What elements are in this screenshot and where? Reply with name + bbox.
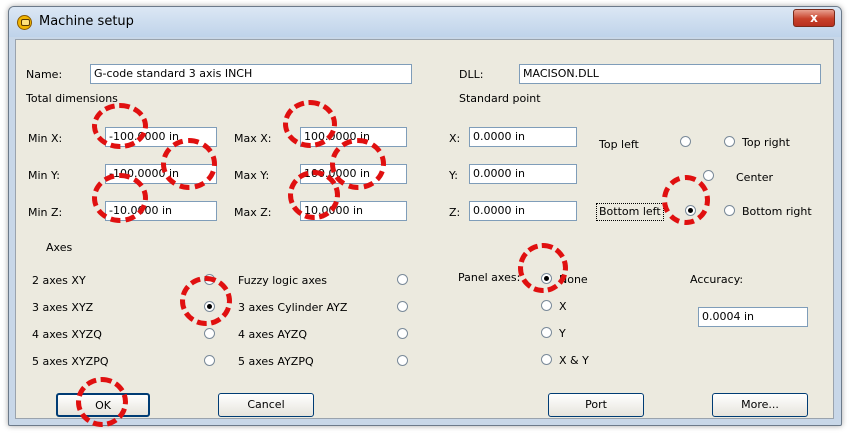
top-right-radio[interactable]: [724, 136, 735, 147]
top-left-radio[interactable]: [680, 136, 691, 147]
highlight-circle-min-x: [92, 103, 148, 149]
dialog-client-area: Name: G-code standard 3 axis INCH DLL: M…: [15, 39, 834, 419]
axes-fuzzy-label: Fuzzy logic axes: [238, 274, 328, 287]
axes-heading: Axes: [46, 241, 73, 254]
axes-fuzzy-radio[interactable]: [397, 274, 408, 285]
highlight-circle-bottom-left: [662, 175, 710, 225]
cancel-button-label: Cancel: [247, 398, 285, 411]
max-x-label: Max X:: [234, 132, 272, 145]
bottom-right-radio[interactable]: [724, 205, 735, 216]
center-radio[interactable]: [703, 170, 714, 181]
axes-cylinder-ayz-radio[interactable]: [397, 301, 408, 312]
top-left-label: Top left: [599, 138, 639, 151]
cancel-button[interactable]: Cancel: [218, 393, 314, 417]
panel-y-radio[interactable]: [541, 327, 552, 338]
top-right-label: Top right: [742, 136, 790, 149]
more-button[interactable]: More...: [712, 393, 808, 417]
axes-xyzq-radio[interactable]: [204, 328, 215, 339]
axes-ayzpq-radio[interactable]: [397, 355, 408, 366]
axes-cylinder-ayz-label: 3 axes Cylinder AYZ: [238, 301, 348, 314]
close-button[interactable]: x: [793, 9, 835, 27]
highlight-circle-min-y: [161, 138, 217, 190]
window-title: Machine setup: [39, 14, 134, 29]
center-label: Center: [736, 171, 774, 184]
highlight-circle-3-axes-xyz: [180, 276, 232, 326]
min-y-label: Min Y:: [28, 169, 60, 182]
min-x-label: Min X:: [28, 132, 63, 145]
name-label: Name:: [26, 68, 63, 81]
panel-x-label: X: [559, 300, 567, 313]
max-y-label: Max Y:: [234, 169, 270, 182]
highlight-circle-max-y: [330, 138, 386, 190]
port-button-label: Port: [585, 398, 607, 411]
total-dimensions-heading: Total dimensions: [26, 92, 118, 105]
axes-xyz-label: 3 axes XYZ: [32, 301, 94, 314]
panel-axes-label: Panel axes:: [458, 271, 521, 284]
panel-xy-radio[interactable]: [541, 354, 552, 365]
axes-xyzpq-label: 5 axes XYZPQ: [32, 355, 109, 368]
bottom-left-focus: Bottom left: [596, 203, 664, 221]
axes-xy-label: 2 axes XY: [32, 274, 86, 287]
bottom-right-label: Bottom right: [742, 205, 812, 218]
accuracy-label: Accuracy:: [690, 273, 744, 286]
standard-z-label: Z:: [449, 206, 461, 219]
title-bar[interactable]: Machine setup x: [9, 7, 841, 37]
highlight-circle-max-x: [283, 100, 337, 148]
panel-x-radio[interactable]: [541, 300, 552, 311]
axes-ayzpq-label: 5 axes AYZPQ: [238, 355, 314, 368]
max-z-label: Max Z:: [234, 206, 272, 219]
highlight-circle-ok: [76, 377, 128, 427]
dll-label: DLL:: [459, 68, 484, 81]
standard-x-field[interactable]: 0.0000 in: [469, 127, 577, 147]
standard-x-label: X:: [449, 132, 461, 145]
name-field[interactable]: G-code standard 3 axis INCH: [90, 64, 412, 84]
standard-z-field[interactable]: 0.0000 in: [469, 201, 577, 221]
panel-y-label: Y: [559, 327, 566, 340]
panel-xy-label: X & Y: [559, 354, 589, 367]
min-z-label: Min Z:: [28, 206, 63, 219]
highlight-circle-max-z: [288, 170, 340, 220]
highlight-circle-min-z: [92, 173, 148, 223]
standard-point-heading: Standard point: [459, 92, 541, 105]
more-button-label: More...: [741, 398, 779, 411]
port-button[interactable]: Port: [548, 393, 644, 417]
dll-field[interactable]: MACISON.DLL: [519, 64, 821, 84]
standard-y-field[interactable]: 0.0000 in: [469, 164, 577, 184]
axes-xyzpq-radio[interactable]: [204, 355, 215, 366]
accuracy-field[interactable]: 0.0004 in: [698, 307, 808, 327]
bottom-left-label: Bottom left: [599, 205, 661, 218]
axes-ayzq-radio[interactable]: [397, 328, 408, 339]
standard-y-label: Y:: [449, 169, 458, 182]
close-icon: x: [810, 11, 818, 25]
axes-xyzq-label: 4 axes XYZQ: [32, 328, 102, 341]
axes-ayzq-label: 4 axes AYZQ: [238, 328, 307, 341]
app-icon: [17, 15, 32, 30]
highlight-circle-panel-none: [518, 243, 568, 293]
